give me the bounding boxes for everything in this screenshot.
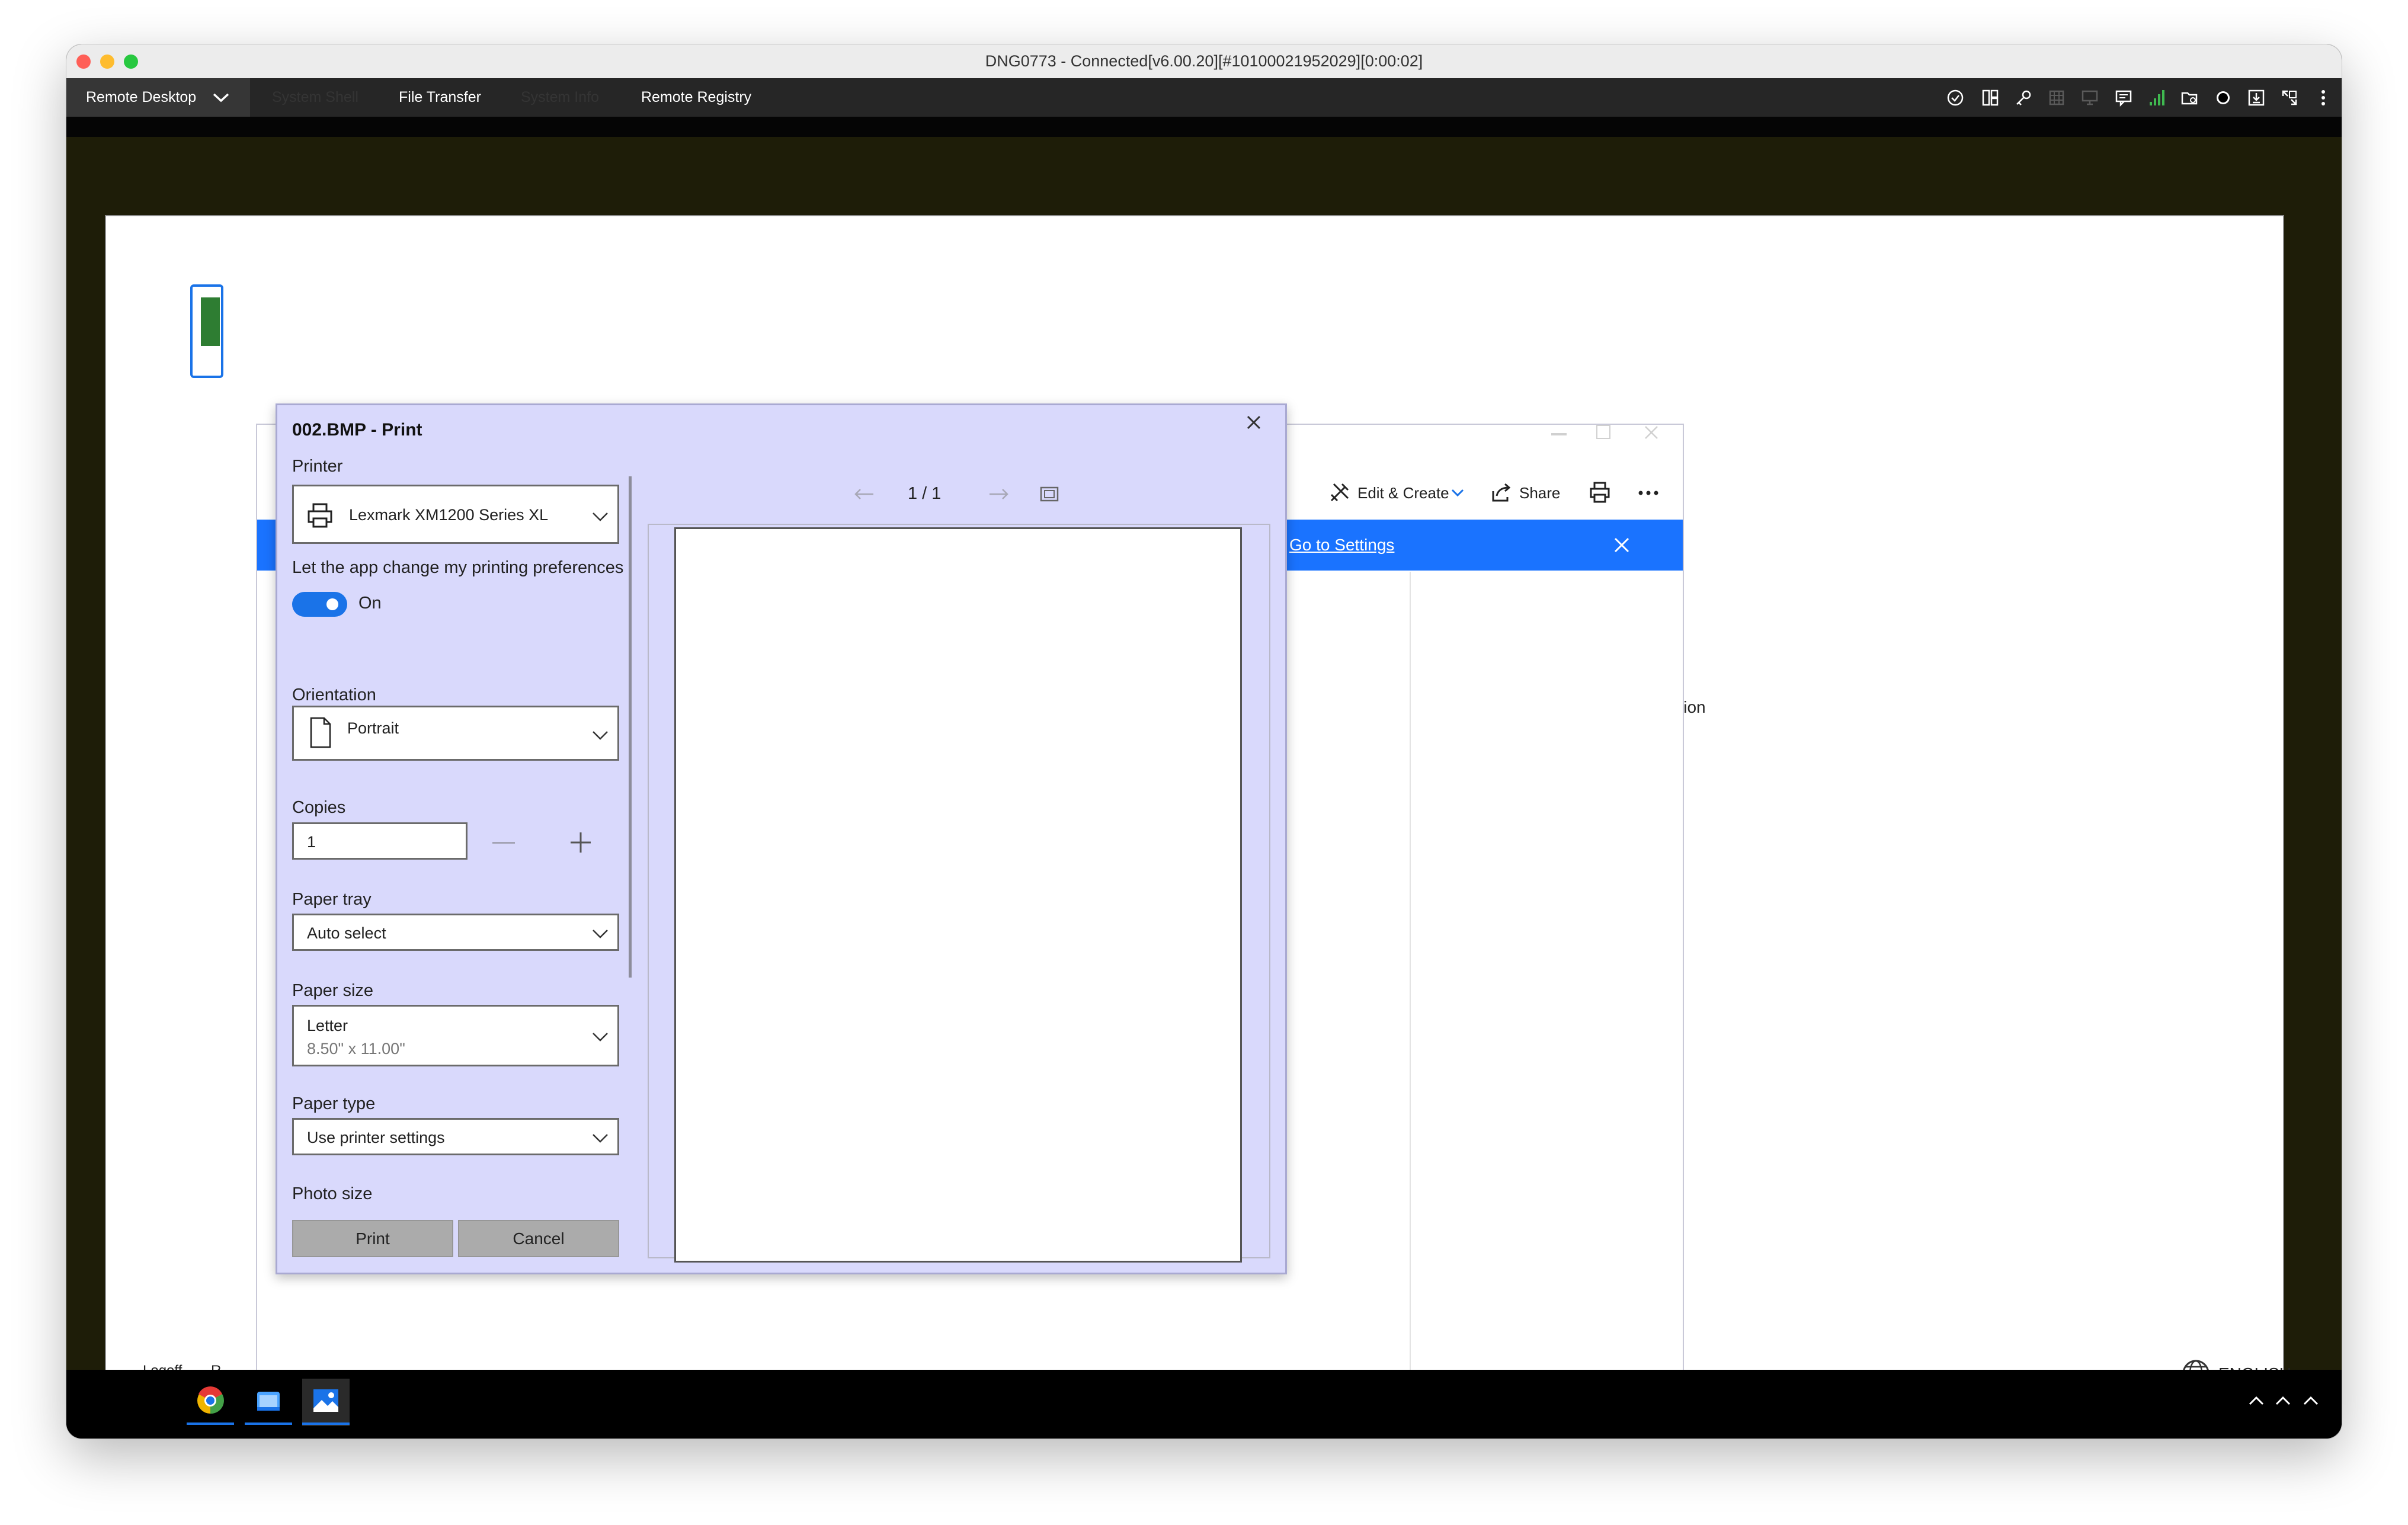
print-button[interactable]: Print (292, 1220, 453, 1257)
paper-tray-select[interactable]: Auto select (292, 914, 619, 951)
edit-create-label: Edit & Create (1357, 484, 1449, 502)
taskbar (66, 1370, 2342, 1439)
chevron-up-icon[interactable] (2303, 1396, 2319, 1405)
photo-size-label: Photo size (292, 1184, 373, 1203)
go-to-settings-link[interactable]: Go to Settings (1289, 536, 1394, 555)
paper-type-value: Use printer settings (307, 1129, 445, 1146)
previous-page-icon[interactable] (853, 487, 875, 501)
running-indicator (245, 1423, 292, 1425)
paper-size-label: Paper size (292, 981, 374, 1000)
key-icon[interactable] (2015, 89, 2032, 107)
desktop-file-icon[interactable] (190, 284, 223, 378)
edit-create-icon (1330, 483, 1349, 502)
paper-type-label: Paper type (292, 1094, 376, 1113)
chrome-icon (197, 1386, 224, 1414)
window-title: DNG0773 - Connected[v6.00.20][#101000219… (985, 52, 1423, 70)
chevron-down-icon (593, 1134, 608, 1143)
tab-remote-desktop[interactable]: Remote Desktop (66, 78, 250, 117)
dialog-title: 002.BMP - Print (292, 420, 422, 440)
tab-system-shell[interactable]: System Shell (272, 78, 358, 117)
running-indicator (302, 1423, 350, 1425)
settings-scrollbar[interactable] (629, 476, 632, 978)
grid-icon[interactable] (2048, 89, 2066, 107)
signal-icon (2150, 90, 2164, 105)
download-icon[interactable] (2247, 89, 2265, 107)
preferences-label: Let the app change my printing preferenc… (292, 558, 624, 577)
remote-desktop-area: Session Logoff R ENGLISH Edit & Create (66, 137, 2342, 1439)
printer-label: Printer (292, 457, 343, 476)
print-dialog: 002.BMP - Print Printer Lexmark XM1200 S… (276, 403, 1287, 1274)
fit-page-icon[interactable] (1039, 486, 1059, 502)
next-page-icon[interactable] (988, 487, 1010, 501)
more-options-icon[interactable] (1638, 490, 1659, 496)
cancel-button[interactable]: Cancel (458, 1220, 619, 1257)
page-portrait-icon (310, 717, 331, 748)
share-icon (1492, 483, 1511, 502)
file-explorer-icon (257, 1392, 280, 1411)
page-preview (674, 527, 1242, 1263)
chevron-down-icon (1451, 489, 1464, 497)
share-label: Share (1519, 484, 1561, 502)
copies-value: 1 (307, 833, 316, 851)
more-icon[interactable] (2319, 89, 2327, 107)
paper-size-select[interactable]: Letter 8.50" x 11.00" (292, 1005, 619, 1066)
close-icon[interactable] (1613, 536, 1631, 554)
page-counter: 1 / 1 (908, 484, 942, 503)
paper-tray-value: Auto select (307, 924, 386, 942)
tab-system-info[interactable]: System Info (521, 78, 599, 117)
preferences-toggle[interactable] (292, 592, 347, 617)
copies-label: Copies (292, 798, 346, 817)
paper-type-select[interactable]: Use printer settings (292, 1118, 619, 1155)
printer-icon (308, 503, 332, 528)
taskbar-photos-app[interactable] (302, 1379, 350, 1426)
taskbar-explorer-app[interactable] (245, 1379, 292, 1426)
chevron-down-icon (213, 93, 229, 102)
minimize-icon[interactable] (1551, 433, 1567, 435)
window-titlebar: DNG0773 - Connected[v6.00.20][#101000219… (66, 44, 2342, 79)
chevron-down-icon (593, 512, 608, 521)
chevron-up-icon[interactable] (2249, 1396, 2264, 1405)
taskbar-browser-app[interactable] (187, 1379, 234, 1426)
expand-icon[interactable] (2281, 89, 2298, 107)
image-thumbnail-icon (201, 297, 220, 346)
remote-desktop-window: DNG0773 - Connected[v6.00.20][#101000219… (66, 44, 2342, 1439)
printer-value: Lexmark XM1200 Series XL (349, 506, 549, 524)
decrement-icon[interactable] (492, 842, 515, 844)
toggle-state-label: On (358, 594, 382, 613)
maximize-icon[interactable] (1596, 425, 1610, 439)
paper-tray-label: Paper tray (292, 890, 372, 909)
copies-input[interactable]: 1 (292, 822, 467, 860)
chevron-down-icon (593, 731, 608, 740)
printer-icon[interactable] (1588, 480, 1612, 504)
printer-select[interactable]: Lexmark XM1200 Series XL (292, 485, 619, 544)
tab-file-transfer[interactable]: File Transfer (399, 78, 481, 117)
orientation-select[interactable]: Portrait (292, 706, 619, 761)
orientation-value: Portrait (347, 719, 399, 737)
chevron-up-icon[interactable] (2275, 1396, 2291, 1405)
running-indicator (187, 1423, 234, 1425)
folder-settings-icon[interactable] (2180, 89, 2198, 107)
toggle-knob (326, 598, 338, 610)
remote-top-strip (66, 117, 2342, 137)
tab-remote-desktop-label: Remote Desktop (86, 89, 197, 105)
tab-remote-registry[interactable]: Remote Registry (641, 78, 751, 117)
status-icon[interactable] (1946, 89, 1964, 107)
paper-size-value: Letter (307, 1017, 348, 1034)
photos-icon (313, 1389, 338, 1412)
monitor-icon[interactable] (2081, 89, 2099, 107)
increment-icon[interactable] (569, 831, 592, 854)
paper-size-dims: 8.50" x 11.00" (307, 1040, 405, 1058)
chevron-down-icon (593, 1033, 608, 1042)
panel-divider (1410, 572, 1411, 1439)
record-icon[interactable] (2214, 89, 2232, 107)
close-icon[interactable] (1245, 414, 1263, 431)
chat-icon[interactable] (2115, 89, 2132, 107)
remote-screen: Session Logoff R ENGLISH Edit & Create (105, 215, 2291, 1439)
chevron-down-icon (593, 930, 608, 938)
close-icon[interactable] (1644, 425, 1659, 440)
panels-icon[interactable] (1981, 89, 1999, 107)
session-toolbar: Remote Desktop System Shell File Transfe… (66, 78, 2342, 117)
orientation-label: Orientation (292, 685, 376, 704)
